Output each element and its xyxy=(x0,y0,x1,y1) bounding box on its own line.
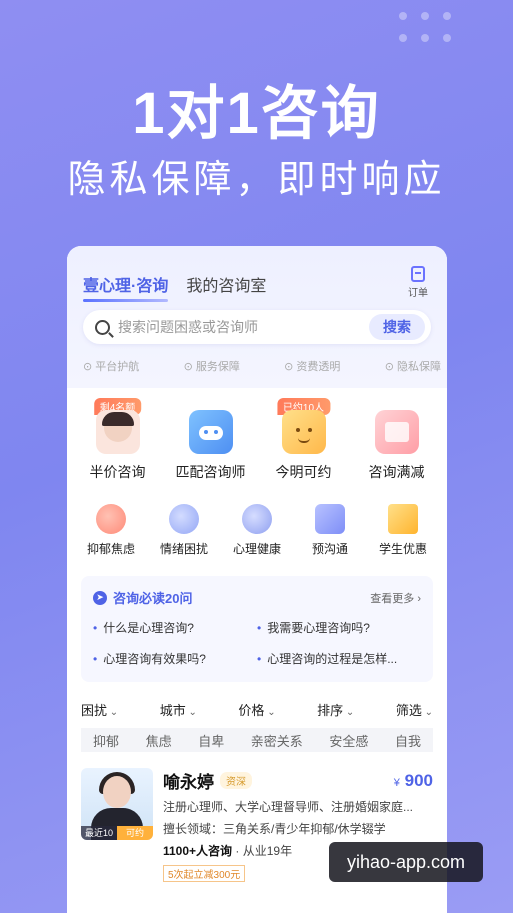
faq-title-text: 咨询必读20问 xyxy=(113,591,193,606)
avatar-face xyxy=(103,776,131,808)
faq-questions: 什么是心理咨询? 我需要心理咨询吗? 心理咨询有效果吗? 心理咨询的过程是怎样.… xyxy=(81,615,433,671)
emotion-trouble-icon xyxy=(169,504,199,534)
category-label: 学生优惠 xyxy=(378,542,427,556)
consult-discount-icon xyxy=(374,410,419,454)
guarantee-platform: 平台护航 xyxy=(83,358,139,374)
navigation-icon: ➤ xyxy=(93,590,107,605)
tag-item[interactable]: 焦虑 xyxy=(146,731,172,750)
guarantee-fee: 资费透明 xyxy=(284,358,340,374)
category-student-discount[interactable]: 学生优惠 xyxy=(371,500,435,576)
order-button[interactable]: 订单 xyxy=(403,266,433,299)
availability-badge: 最近10天 可约 xyxy=(81,826,153,840)
search-bar: 搜索 xyxy=(83,310,431,344)
card-header: 壹心理·咨询 我的咨询室 订单 搜索 平台护航 服务保障 资费透明 隐私保障 xyxy=(67,246,447,388)
tag-item[interactable]: 自我 xyxy=(395,731,421,750)
name-group: 喻永婷 资深 xyxy=(163,768,252,793)
faq-panel: ➤ 咨询必读20问 查看更多 › 什么是心理咨询? 我需要心理咨询吗? 心理咨询… xyxy=(81,576,433,682)
counselor-price: ¥ 900 xyxy=(394,771,433,791)
quick-label: 匹配咨询师 xyxy=(175,464,246,480)
student-discount-icon xyxy=(388,504,418,534)
quick-label: 咨询满减 xyxy=(368,464,425,480)
currency-symbol: ¥ xyxy=(393,776,400,789)
level-badge: 资深 xyxy=(220,772,252,789)
avatar: 最近10天 可约 xyxy=(81,768,153,840)
guarantee-privacy: 隐私保障 xyxy=(385,358,441,374)
category-row: 抑郁焦虑 情绪困扰 心理健康 预沟通 学生优惠 xyxy=(67,500,447,576)
tag-item[interactable]: 抑郁 xyxy=(93,731,119,750)
category-label: 预沟通 xyxy=(311,542,348,556)
header-tabs: 壹心理·咨询 我的咨询室 xyxy=(83,272,266,302)
mental-health-icon xyxy=(242,504,272,534)
quick-half-price[interactable]: 剩4名额 半价咨询 xyxy=(73,398,163,500)
order-icon xyxy=(411,266,425,282)
faq-question[interactable]: 我需要心理咨询吗? xyxy=(257,619,421,636)
app-card: 壹心理·咨询 我的咨询室 订单 搜索 平台护航 服务保障 资费透明 隐私保障 剩… xyxy=(67,246,447,913)
faq-question[interactable]: 什么是心理咨询? xyxy=(93,619,257,636)
search-input[interactable] xyxy=(118,319,369,335)
order-label: 订单 xyxy=(408,288,428,299)
faq-header: ➤ 咨询必读20问 查看更多 › xyxy=(81,576,433,615)
quick-label: 今明可约 xyxy=(275,464,332,480)
category-pre-communication[interactable]: 预沟通 xyxy=(298,500,362,576)
hero-title: 1对1咨询 xyxy=(132,81,381,146)
filter-screen[interactable]: 筛选 xyxy=(396,700,433,728)
category-label: 抑郁焦虑 xyxy=(86,542,135,556)
faq-question[interactable]: 心理咨询的过程是怎样... xyxy=(257,650,421,667)
hero-subtitle: 隐私保障，即时响应 xyxy=(67,159,446,201)
filter-sort[interactable]: 排序 xyxy=(317,700,354,728)
filter-bar: 困扰 城市 价格 排序 筛选 xyxy=(67,682,447,728)
tab-consult[interactable]: 壹心理·咨询 xyxy=(83,272,169,302)
tag-bar: 抑郁 焦虑 自卑 亲密关系 安全感 自我 xyxy=(81,728,433,752)
search-icon xyxy=(95,319,110,335)
bookable-label: 可约 xyxy=(117,826,153,840)
faq-more-link[interactable]: 查看更多 › xyxy=(370,590,421,606)
guarantee-row: 平台护航 服务保障 资费透明 隐私保障 xyxy=(83,358,441,374)
filter-trouble[interactable]: 困扰 xyxy=(81,700,118,728)
filter-price[interactable]: 价格 xyxy=(238,700,275,728)
category-depression-anxiety[interactable]: 抑郁焦虑 xyxy=(79,500,143,576)
category-label: 情绪困扰 xyxy=(159,542,208,556)
faq-question[interactable]: 心理咨询有效果吗? xyxy=(93,650,257,667)
category-emotion[interactable]: 情绪困扰 xyxy=(152,500,216,576)
quick-discount[interactable]: 咨询满减 xyxy=(352,398,442,500)
filter-city[interactable]: 城市 xyxy=(160,700,197,728)
watermark: yihao-app.com xyxy=(329,842,483,882)
consult-count: 1100+人咨询 xyxy=(163,844,233,858)
price-value: 900 xyxy=(404,770,433,790)
years-practice: · 从业19年 xyxy=(235,844,293,858)
guarantee-service: 服务保障 xyxy=(184,358,240,374)
tag-item[interactable]: 安全感 xyxy=(329,731,368,750)
name-row: 喻永婷 资深 ¥ 900 xyxy=(163,768,433,793)
tab-my-consult-room[interactable]: 我的咨询室 xyxy=(186,272,266,296)
tag-item[interactable]: 亲密关系 xyxy=(251,731,303,750)
category-label: 心理健康 xyxy=(232,542,281,556)
depression-anxiety-icon xyxy=(96,504,126,534)
pre-communication-icon xyxy=(315,504,345,534)
counselor-fields: 擅长领域：三角关系/青少年抑郁/休学辍学 xyxy=(163,822,386,836)
quick-match[interactable]: 匹配咨询师 xyxy=(166,398,256,500)
search-button[interactable]: 搜索 xyxy=(369,314,425,340)
recent-days-label: 最近10天 xyxy=(81,826,117,840)
quick-entries: 剩4名额 半价咨询 匹配咨询师 已约10人 今明可约 咨询满减 xyxy=(67,388,447,500)
quick-label: 半价咨询 xyxy=(89,464,146,480)
promo-tag: 5次起立减300元 xyxy=(163,865,246,882)
quick-available[interactable]: 已约10人 今明可约 xyxy=(259,398,349,500)
category-mental-health[interactable]: 心理健康 xyxy=(225,500,289,576)
counselor-name: 喻永婷 xyxy=(163,773,214,792)
counselor-titles: 注册心理师、大学心理督导师、注册婚姻家庭... xyxy=(163,800,414,814)
tag-item[interactable]: 自卑 xyxy=(198,731,224,750)
decorative-dots xyxy=(385,8,475,48)
today-tomorrow-icon xyxy=(281,410,326,454)
match-counselor-icon xyxy=(188,410,233,454)
faq-title: ➤ 咨询必读20问 xyxy=(93,588,192,607)
half-price-consult-icon xyxy=(95,410,140,454)
